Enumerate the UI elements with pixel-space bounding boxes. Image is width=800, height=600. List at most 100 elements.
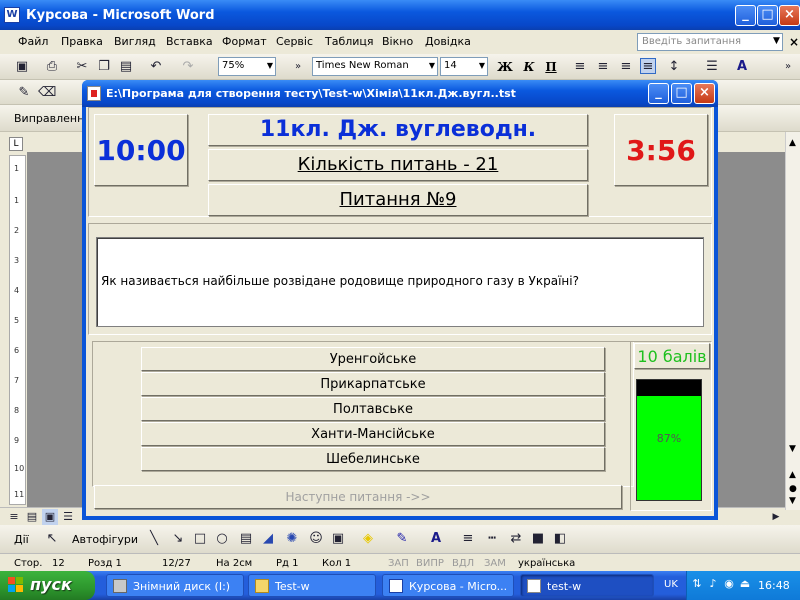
answer-option[interactable]: Уренгойське: [141, 347, 605, 371]
menu-window[interactable]: Вікно: [382, 35, 413, 48]
line-spacing-icon[interactable]: ↕: [666, 59, 682, 75]
font-name-select[interactable]: Times New Roman ▼: [312, 57, 438, 76]
menu-insert[interactable]: Вставка: [166, 35, 213, 48]
next-question-button[interactable]: Наступне питання ->>: [94, 485, 622, 509]
undo-icon[interactable]: ↶: [148, 59, 164, 75]
status-rec[interactable]: ЗАП: [388, 558, 409, 569]
review-label[interactable]: Виправлення: [14, 112, 91, 125]
rectangle-icon[interactable]: □: [192, 531, 208, 547]
minimize-icon[interactable]: _: [735, 5, 756, 26]
font-color-icon[interactable]: A: [428, 531, 444, 547]
scroll-down-icon[interactable]: ▼: [789, 444, 796, 454]
select-arrow-icon[interactable]: ↖: [44, 531, 60, 547]
line-icon[interactable]: ╲: [146, 531, 162, 547]
taskbar-item-word[interactable]: Курсова - Micro...: [382, 574, 514, 597]
print-icon[interactable]: ⎙: [44, 59, 60, 75]
pencil-icon[interactable]: ✎: [16, 85, 32, 101]
shadow-icon[interactable]: ■: [530, 531, 546, 547]
align-left-icon[interactable]: ≡: [572, 59, 588, 75]
answer-option[interactable]: Шебелинське: [141, 447, 605, 471]
ruler-tick: 9: [14, 436, 20, 445]
scroll-up-icon[interactable]: ▲: [789, 138, 796, 148]
test-file-icon[interactable]: [87, 86, 101, 101]
web-view-icon[interactable]: ▤: [24, 509, 40, 525]
time-limit-display: 10:00: [94, 114, 188, 186]
maximize-icon[interactable]: □: [671, 83, 692, 104]
network-icon[interactable]: ⇅: [690, 577, 704, 591]
bold-button[interactable]: Ж: [496, 58, 514, 76]
dash-style-icon[interactable]: ┅: [484, 531, 500, 547]
answer-option[interactable]: Полтавське: [141, 397, 605, 421]
document-close-icon[interactable]: ×: [789, 35, 799, 49]
3d-icon[interactable]: ◧: [552, 531, 568, 547]
taskbar-item-test-w-folder[interactable]: Test-w: [248, 574, 376, 597]
answer-option[interactable]: Ханти-Мансійське: [141, 422, 605, 446]
save-icon[interactable]: ▣: [14, 59, 30, 75]
print-layout-icon[interactable]: ▣: [42, 509, 58, 525]
wordart-icon[interactable]: ◢: [260, 531, 276, 547]
copy-icon[interactable]: ❐: [96, 59, 112, 75]
menu-format[interactable]: Формат: [222, 35, 267, 48]
status-ext[interactable]: ВДЛ: [452, 558, 474, 569]
arrow-style-icon[interactable]: ⇄: [508, 531, 524, 547]
close-icon[interactable]: ×: [694, 83, 715, 104]
clipart-icon[interactable]: ☺: [308, 531, 324, 547]
textbox-icon[interactable]: ▤: [238, 531, 254, 547]
picture-icon[interactable]: ▣: [330, 531, 346, 547]
redo-icon[interactable]: ↷: [180, 59, 196, 75]
font-size-select[interactable]: 14 ▼: [440, 57, 488, 76]
line-style-icon[interactable]: ≡: [460, 531, 476, 547]
menu-edit[interactable]: Правка: [61, 35, 103, 48]
prev-page-icon[interactable]: ▲: [789, 470, 796, 480]
safely-remove-icon[interactable]: ⏏: [738, 577, 752, 591]
normal-view-icon[interactable]: ≡: [6, 509, 22, 525]
taskbar-item-test-w-app[interactable]: test-w: [520, 574, 654, 597]
tab-selector[interactable]: L: [9, 137, 23, 151]
italic-button[interactable]: К: [520, 58, 538, 76]
menu-view[interactable]: Вигляд: [114, 35, 156, 48]
menu-tools[interactable]: Сервіс: [276, 35, 313, 48]
volume-icon[interactable]: ♪: [706, 577, 720, 591]
browse-object-icon[interactable]: ●: [789, 484, 797, 494]
word-app-icon[interactable]: W: [4, 7, 20, 23]
align-right-icon[interactable]: ≡: [618, 59, 634, 75]
fill-color-icon[interactable]: ◈: [360, 531, 376, 547]
chevron-down-icon[interactable]: ▼: [773, 36, 780, 46]
align-center-icon[interactable]: ≡: [595, 59, 611, 75]
taskbar-item-removable-disk[interactable]: Знімний диск (I:): [106, 574, 244, 597]
menu-file[interactable]: Файл: [18, 35, 48, 48]
diagram-icon[interactable]: ✺: [284, 531, 300, 547]
status-ovr[interactable]: ЗАМ: [484, 558, 506, 569]
vertical-scrollbar[interactable]: ▲ ▼ ▲ ● ▼: [785, 132, 800, 510]
antivirus-icon[interactable]: ◉: [722, 577, 736, 591]
scroll-right-icon[interactable]: ▶: [768, 509, 784, 525]
arrow-icon[interactable]: ↘: [170, 531, 186, 547]
menu-table[interactable]: Таблиця: [325, 35, 374, 48]
font-color-icon[interactable]: A: [734, 59, 750, 75]
help-search-input[interactable]: Введіть запитання: [637, 33, 783, 51]
underline-button[interactable]: П: [542, 58, 560, 76]
oval-icon[interactable]: ○: [214, 531, 230, 547]
line-color-icon[interactable]: ✎: [394, 531, 410, 547]
more-icon[interactable]: »: [290, 59, 306, 75]
close-icon[interactable]: ×: [779, 5, 800, 26]
outline-view-icon[interactable]: ☰: [60, 509, 76, 525]
word-window-title: Курсова - Microsoft Word: [26, 8, 215, 23]
numbering-icon[interactable]: ☰: [704, 59, 720, 75]
minimize-icon[interactable]: _: [648, 83, 669, 104]
answer-option[interactable]: Прикарпатське: [141, 372, 605, 396]
autoshapes-menu[interactable]: Автофігури: [72, 533, 138, 546]
menu-help[interactable]: Довідка: [425, 35, 471, 48]
language-indicator[interactable]: UK: [664, 579, 678, 590]
next-page-icon[interactable]: ▼: [789, 496, 796, 506]
cut-icon[interactable]: ✂: [74, 59, 90, 75]
status-trk[interactable]: ВИПР: [416, 558, 444, 569]
eraser-icon[interactable]: ⌫: [38, 85, 56, 101]
maximize-icon[interactable]: □: [757, 5, 778, 26]
start-button[interactable]: пуск: [0, 571, 95, 600]
zoom-select[interactable]: 75% ▼: [218, 57, 276, 76]
paste-icon[interactable]: ▤: [118, 59, 134, 75]
justify-icon[interactable]: ≡: [640, 58, 656, 74]
more-icon[interactable]: »: [780, 59, 796, 75]
draw-menu[interactable]: Дії: [14, 533, 29, 546]
